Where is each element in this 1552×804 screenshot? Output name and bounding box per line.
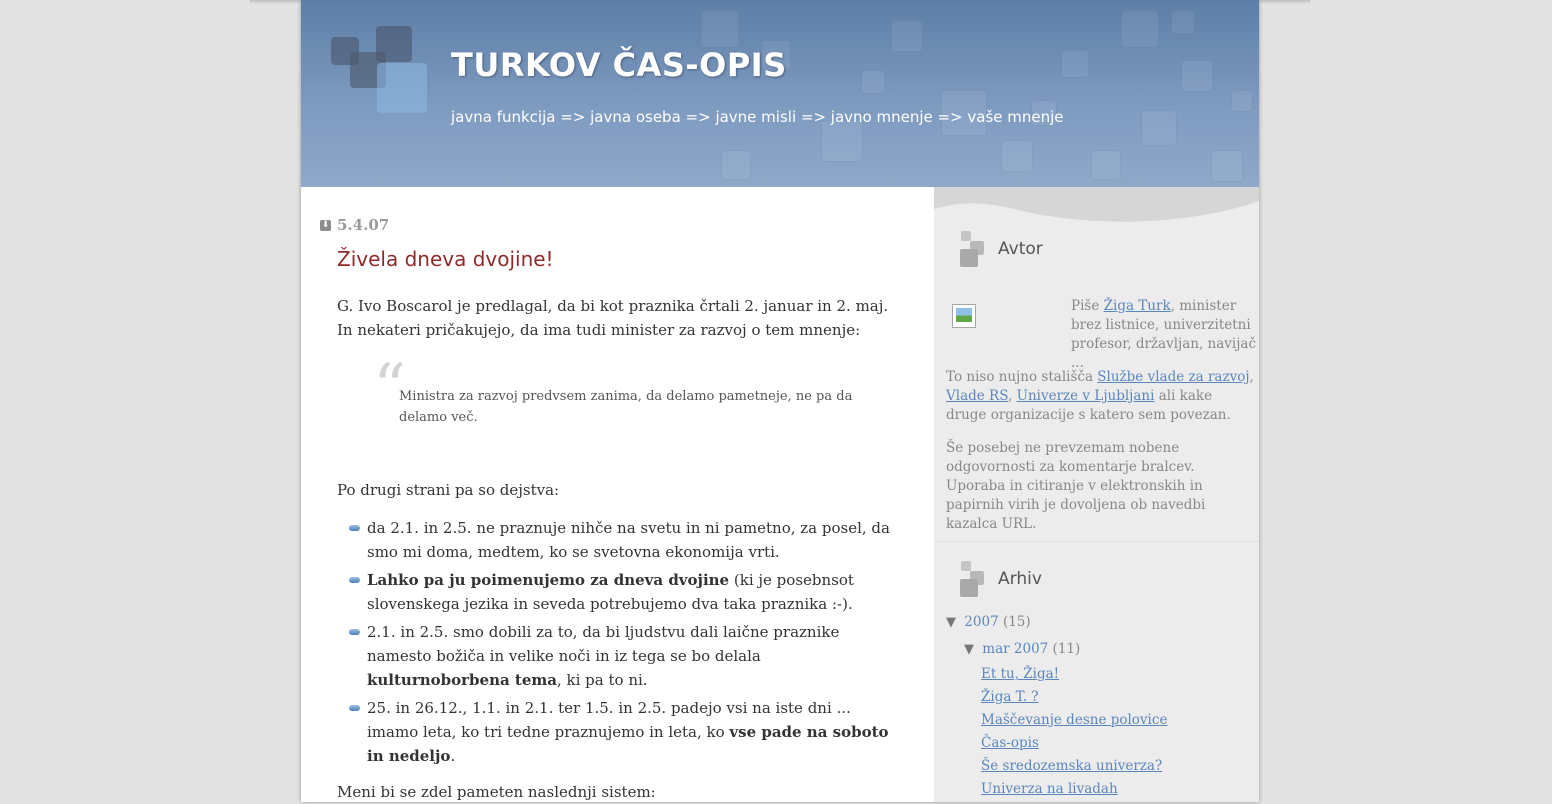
author-widget-heading: Avtor: [958, 229, 1043, 269]
link-univerza[interactable]: Univerze v Ljubljani: [1017, 388, 1155, 404]
squares-icon: [958, 229, 988, 269]
author-bio: Piše Žiga Turk, minister brez listnice, …: [1071, 298, 1257, 371]
author-heading: Avtor: [998, 239, 1043, 259]
blog-header: TURKOV ČAS-OPIS javna funkcija => javna …: [301, 0, 1259, 187]
archive-month-count: (11): [1052, 641, 1081, 657]
archive-post-list: Et tu, Žiga! Žiga T. ? Maščevanje desne …: [946, 663, 1256, 801]
archive-month-link[interactable]: mar 2007: [982, 641, 1048, 657]
bullet-icon: [349, 629, 360, 635]
author-link[interactable]: Žiga Turk: [1104, 298, 1171, 314]
disclaimer: To niso nujno stališča Službe vlade za r…: [946, 369, 1254, 423]
logo-square: [377, 63, 427, 113]
bullet-icon: [349, 525, 360, 531]
link-sluzba-vlade[interactable]: Službe vlade za razvoj: [1097, 369, 1249, 385]
link-vlada-rs[interactable]: Vlade RS: [946, 388, 1008, 404]
broken-image-icon: [956, 308, 972, 322]
main-column: ⬇ 5.4.07 Živela dneva dvojine! G. Ivo Bo…: [301, 187, 934, 802]
archive-month: ▼ mar 2007 (11): [946, 638, 1256, 661]
post-body: G. Ivo Boscarol je predlagal, da bi kot …: [337, 294, 897, 804]
sidebar: Avtor Piše Žiga Turk, minister brez list…: [934, 187, 1259, 802]
archive-heading: Arhiv: [998, 569, 1042, 589]
facts-intro: Po drugi strani pa so dejstva:: [337, 481, 560, 499]
squares-icon: [958, 559, 988, 599]
post-outro: Meni bi se zdel pameten naslednji sistem…: [337, 783, 656, 801]
archive-post-link[interactable]: Še sredozemska univerza?: [981, 758, 1162, 774]
archive-year: ▼ 2007 (11) (15): [946, 611, 1256, 634]
bullet-icon: [349, 577, 360, 583]
archive-tree: ▼ 2007 (11) (15) ▼ mar 2007 (11) Et tu, …: [946, 611, 1256, 801]
facts-list: da 2.1. in 2.5. ne praznuje nihče na sve…: [337, 516, 897, 768]
post-title[interactable]: Živela dneva dvojine!: [337, 247, 554, 271]
list-item: da 2.1. in 2.5. ne praznuje nihče na sve…: [349, 516, 897, 564]
archive-widget-heading: Arhiv: [958, 559, 1042, 599]
blog-page: TURKOV ČAS-OPIS javna funkcija => javna …: [301, 0, 1259, 802]
quote-text: Ministra za razvoj predvsem zanima, da d…: [399, 389, 853, 425]
post-intro: G. Ivo Boscarol je predlagal, da bi kot …: [337, 297, 889, 339]
list-item: Lahko pa ju poimenujemo za dneva dvojine…: [349, 568, 897, 616]
author-photo: [952, 304, 976, 328]
post-date: 5.4.07: [337, 216, 390, 234]
archive-year-link[interactable]: 2007: [964, 614, 998, 630]
liability-note: Še posebej ne prevzemam nobene odgovorno…: [946, 440, 1206, 532]
post-date-row: ⬇ 5.4.07: [320, 216, 389, 234]
archive-post-link[interactable]: Maščevanje desne polovice: [981, 712, 1167, 728]
bullet-icon: [349, 705, 360, 711]
list-item: 25. in 26.12., 1.1. in 2.1. ter 1.5. in …: [349, 696, 897, 768]
triangle-down-icon[interactable]: ▼: [964, 642, 974, 657]
sidebar-divider: [934, 541, 1259, 542]
archive-post-link[interactable]: Univerza na livadah: [981, 781, 1118, 797]
list-item: 2.1. in 2.5. smo dobili za to, da bi lju…: [349, 620, 897, 692]
triangle-down-icon[interactable]: ▼: [946, 615, 956, 630]
archive-post-link[interactable]: Et tu, Žiga!: [981, 666, 1059, 682]
blog-description: javna funkcija => javna oseba => javne m…: [451, 108, 1064, 126]
arrow-down-icon: ⬇: [320, 219, 331, 231]
blockquote: “ Ministra za razvoj predvsem zanima, da…: [373, 356, 889, 428]
blog-title[interactable]: TURKOV ČAS-OPIS: [451, 46, 787, 84]
archive-year-count: (15): [1002, 614, 1031, 630]
archive-post-link[interactable]: Žiga T. ?: [981, 689, 1039, 705]
archive-post-link[interactable]: Čas-opis: [981, 735, 1039, 751]
